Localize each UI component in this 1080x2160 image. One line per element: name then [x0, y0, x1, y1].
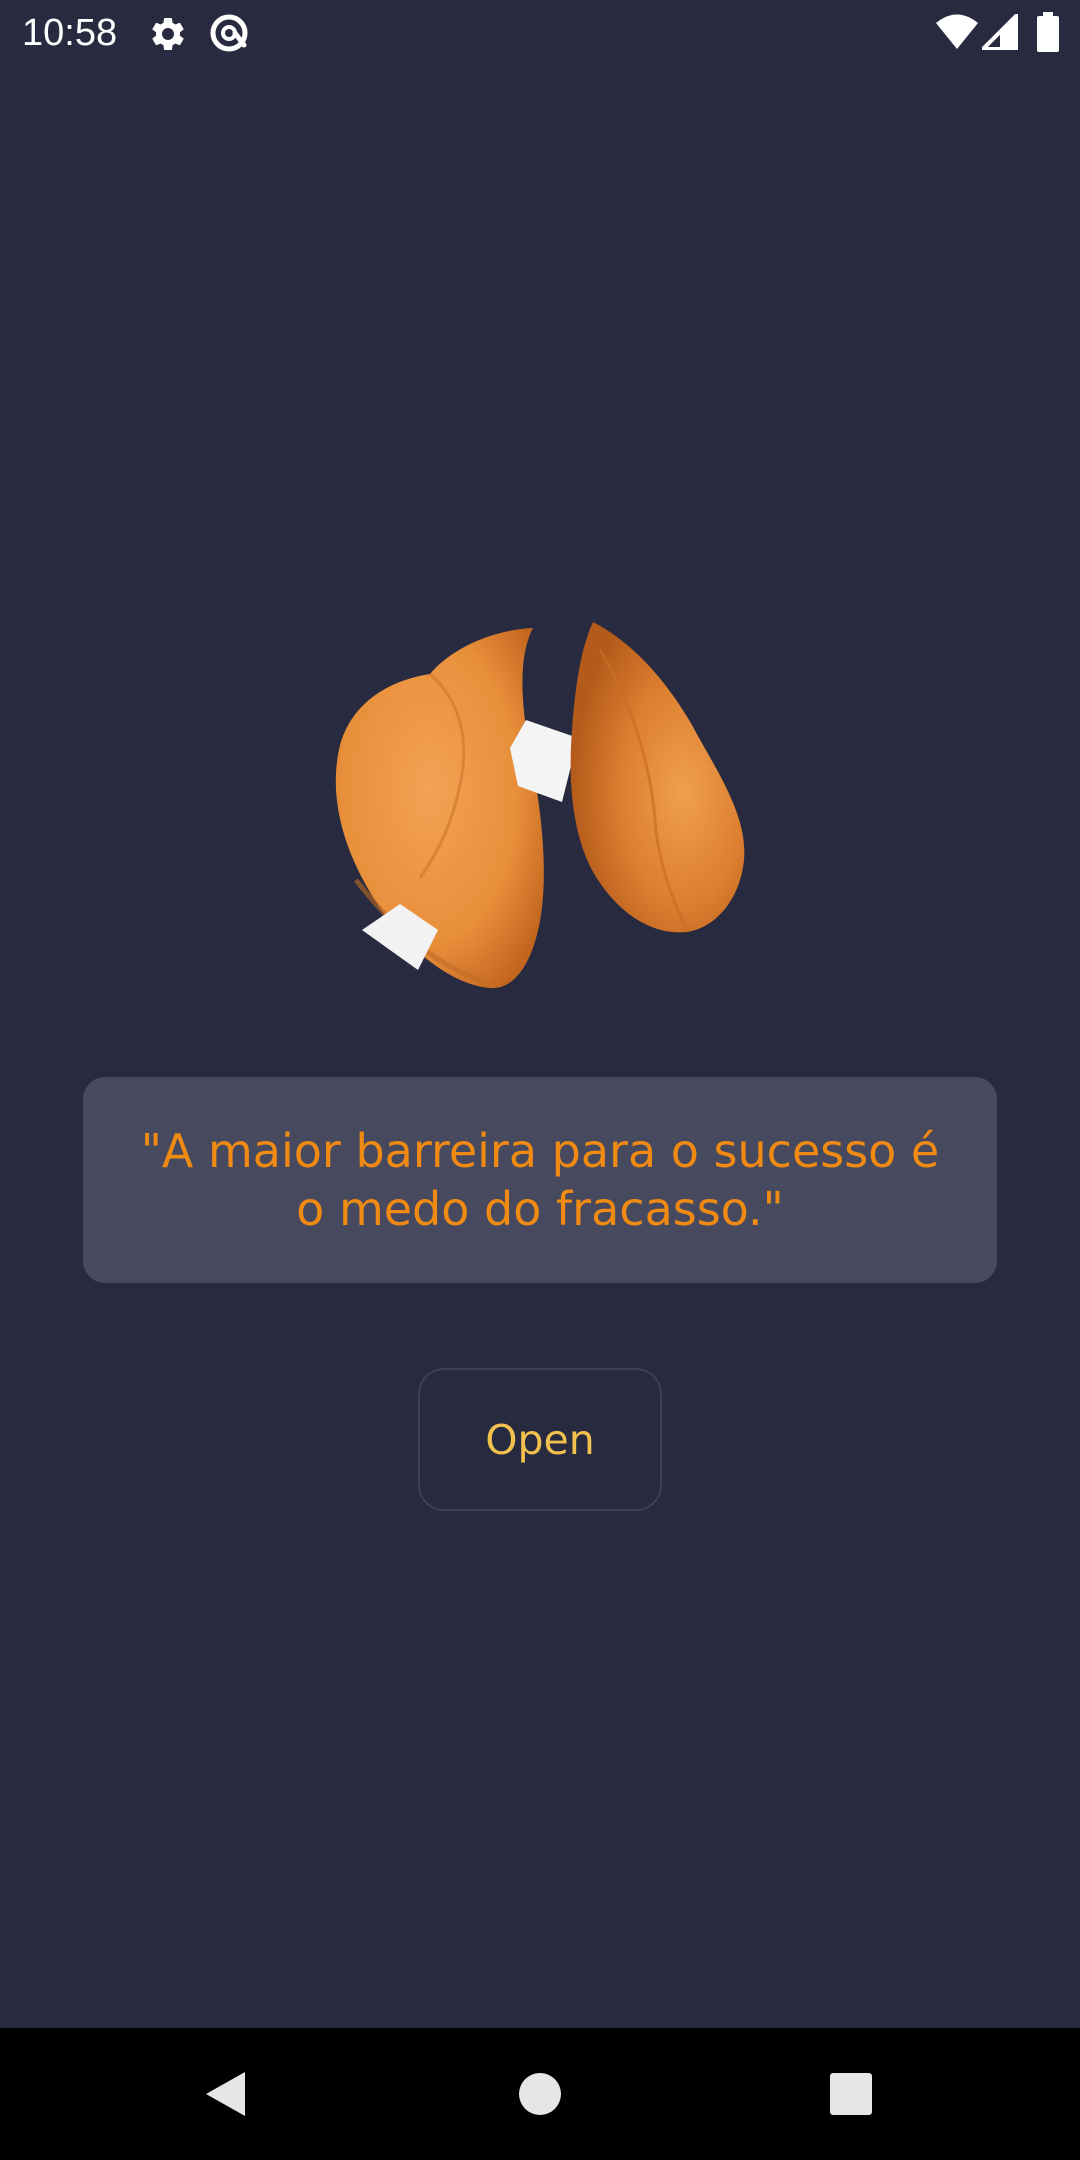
fortune-cookie-image — [320, 610, 760, 1000]
back-icon[interactable] — [203, 2070, 247, 2118]
open-button[interactable]: Open — [418, 1368, 662, 1511]
signal-icon — [982, 14, 1018, 50]
status-bar: 10:58 — [0, 0, 1080, 66]
at-sign-icon — [210, 14, 248, 52]
fortune-text: "A maior barreira para o sucesso é o med… — [140, 1124, 940, 1236]
battery-icon — [1037, 12, 1059, 52]
navigation-bar — [0, 2028, 1080, 2160]
recents-icon[interactable] — [829, 2072, 873, 2116]
status-time: 10:58 — [22, 12, 118, 54]
fortune-card: "A maior barreira para o sucesso é o med… — [83, 1077, 997, 1283]
home-icon[interactable] — [518, 2072, 562, 2116]
gear-icon — [152, 17, 184, 50]
wifi-icon — [936, 14, 978, 49]
fortune-cookie-icon — [335, 622, 745, 989]
